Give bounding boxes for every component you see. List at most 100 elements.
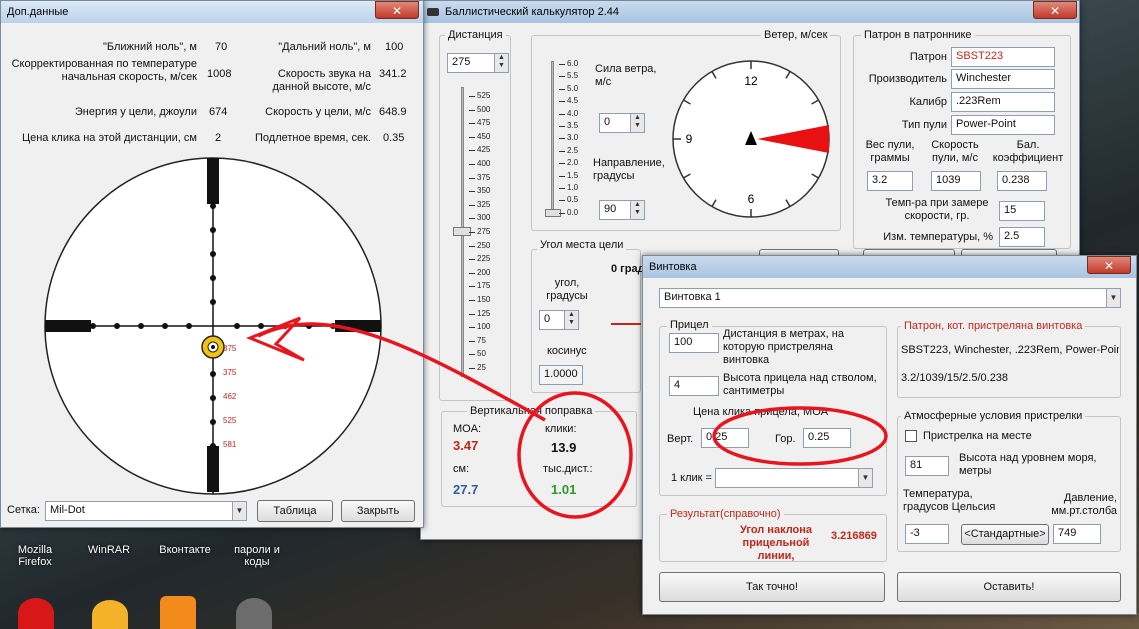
mil-dot [210,395,216,401]
temp-measure-label: Темп-ра при замере скорости, гр. [885,197,989,222]
distance-scale-tick [469,177,475,179]
cartridge-group-label: Патрон в патроннике [861,29,975,41]
distance-scale-label: 425 [477,145,491,155]
wind-scale-tick [559,163,565,165]
mil-dot [210,443,216,449]
temperature-field[interactable]: -3 [905,524,949,544]
speed-label: Скорость пули, м/с [931,139,979,164]
extra-data-window: Доп.данные ✕ "Ближний ноль", м 70 Скорре… [0,0,424,528]
winrar-desktop-icon[interactable]: WinRAR [74,544,144,556]
tanks-game-icon[interactable] [236,598,272,629]
wind-scale-label: 0.0 [567,207,579,217]
wind-direction-input[interactable]: 90 ▲ ▼ [599,200,645,220]
distance-scale-label: 75 [477,335,486,345]
altitude-field[interactable]: 81 [905,456,949,476]
distance-scale-label: 250 [477,240,491,250]
wind-strength-spinner[interactable]: ▲ ▼ [630,114,644,132]
weight-field[interactable]: 3.2 [867,171,913,191]
angle-indicator-line [611,323,641,325]
passwords-desktop-icon[interactable]: пароли и коды [222,544,292,568]
on-site-label: Пристрелка на месте [923,430,1032,442]
hor-label: Гор. [775,433,796,445]
vkontakte-desktop-icon[interactable]: Вконтакте [150,544,220,556]
bullet-type-field[interactable]: Power-Point [951,115,1055,135]
speed-field[interactable]: 1039 [931,171,981,191]
temp-change-label: Изм. температуры, % [883,231,993,243]
temp-change-field[interactable]: 2.5 [999,227,1045,247]
distance-scale-label: 450 [477,131,491,141]
leave-button[interactable]: Оставить! [897,572,1121,602]
close-button[interactable]: Закрыть [341,500,415,522]
wind-direction-spinner[interactable]: ▲ ▼ [630,201,644,219]
standard-conditions-button[interactable]: <Стандартные> [961,524,1049,545]
hor-click-field[interactable]: 0.25 [803,428,851,448]
chevron-down-icon[interactable]: ▼ [1106,289,1120,307]
on-site-checkbox[interactable] [905,430,917,442]
chevron-down-icon[interactable]: ▼ [858,469,872,487]
ok-button[interactable]: Так точно! [659,572,885,602]
sight-height-field[interactable]: 4 [669,376,719,396]
table-button[interactable]: Таблица [257,500,333,522]
extra-window-titlebar[interactable]: Доп.данные [1,1,423,23]
wind-scale-tick [559,88,565,90]
maker-field[interactable]: Winchester [951,69,1055,89]
main-window-titlebar[interactable]: Баллистический калькулятор 2.44 [421,1,1079,23]
distance-input[interactable]: 275 ▲ ▼ [447,53,509,73]
main-window-close-button[interactable]: ✕ [1033,1,1077,19]
wind-scale-tick [559,101,565,103]
zero-distance-field[interactable]: 100 [669,333,719,353]
firefox-desktop-icon[interactable]: Mozilla Firefox [0,544,70,568]
bc-field[interactable]: 0.238 [997,171,1047,191]
rifle-select[interactable]: Винтовка 1 ▼ [659,288,1121,308]
wind-slider-track[interactable] [551,61,554,215]
distance-scale-label: 275 [477,227,491,236]
target-speed-value: 648.9 [379,106,407,118]
mil-dot [330,323,336,329]
main-window-title: Баллистический калькулятор 2.44 [445,6,620,18]
wind-scale-tick [559,200,565,202]
mil-dot [114,323,120,329]
moa-value: 3.47 [453,438,479,453]
angle-degrees-spinner[interactable]: ▲ ▼ [564,311,578,329]
chevron-down-icon[interactable]: ▼ [232,502,246,520]
vert-click-field[interactable]: 0.25 [701,428,749,448]
wind-scale-label: 4.5 [567,96,579,106]
odnoklassniki-icon[interactable] [160,596,196,629]
distance-scale-label: 150 [477,295,491,304]
mil-dot [210,203,216,209]
rifle-window-close-button[interactable]: ✕ [1087,256,1131,274]
cartridge-field[interactable]: SBST223 [951,47,1055,67]
distance-label: Дистанция [445,29,506,41]
sun-app-icon[interactable] [92,600,128,629]
click-price-value: 2 [215,132,222,144]
angle-degrees-input[interactable]: 0 ▲ ▼ [539,310,579,330]
wind-clock[interactable]: 12 3 6 9 [671,59,831,219]
distance-scale-tick [469,164,475,165]
moa-label: MOA: [453,423,482,435]
wind-scale-label: 5.0 [567,83,579,93]
distance-scale-label: 125 [477,308,491,318]
mil-dot [210,419,216,425]
wind-strength-input[interactable]: 0 ▲ ▼ [599,113,645,133]
distance-spinner[interactable]: ▲ ▼ [494,54,508,72]
one-click-select[interactable]: ▼ [715,468,873,488]
reticle-mark-label: 525 [223,416,237,425]
cm-value: 27.7 [453,482,479,497]
distance-scale-tick [469,109,475,111]
reticle-mark-label: 375 [223,344,237,353]
sight-height-label: Высота прицела над стволом, сантиметры [723,372,877,397]
pressure-field[interactable]: 749 [1053,524,1101,544]
distance-scale-tick [469,191,475,193]
rifle-window-titlebar[interactable]: Винтовка [643,256,1136,278]
distance-scale-tick [469,313,475,315]
opera-icon[interactable] [18,598,54,629]
temp-measure-field[interactable]: 15 [999,201,1045,221]
mil-dot [282,323,288,329]
angle-group-label: Угол места цели [537,239,627,251]
reticle-select[interactable]: Mil-Dot ▼ [45,501,247,521]
extra-window-close-button[interactable]: ✕ [375,1,419,19]
flight-time-value: 0.35 [383,132,405,144]
distance-scale-tick [469,327,475,329]
caliber-field[interactable]: .223Rem [951,92,1055,112]
distance-scale-tick [469,245,475,247]
